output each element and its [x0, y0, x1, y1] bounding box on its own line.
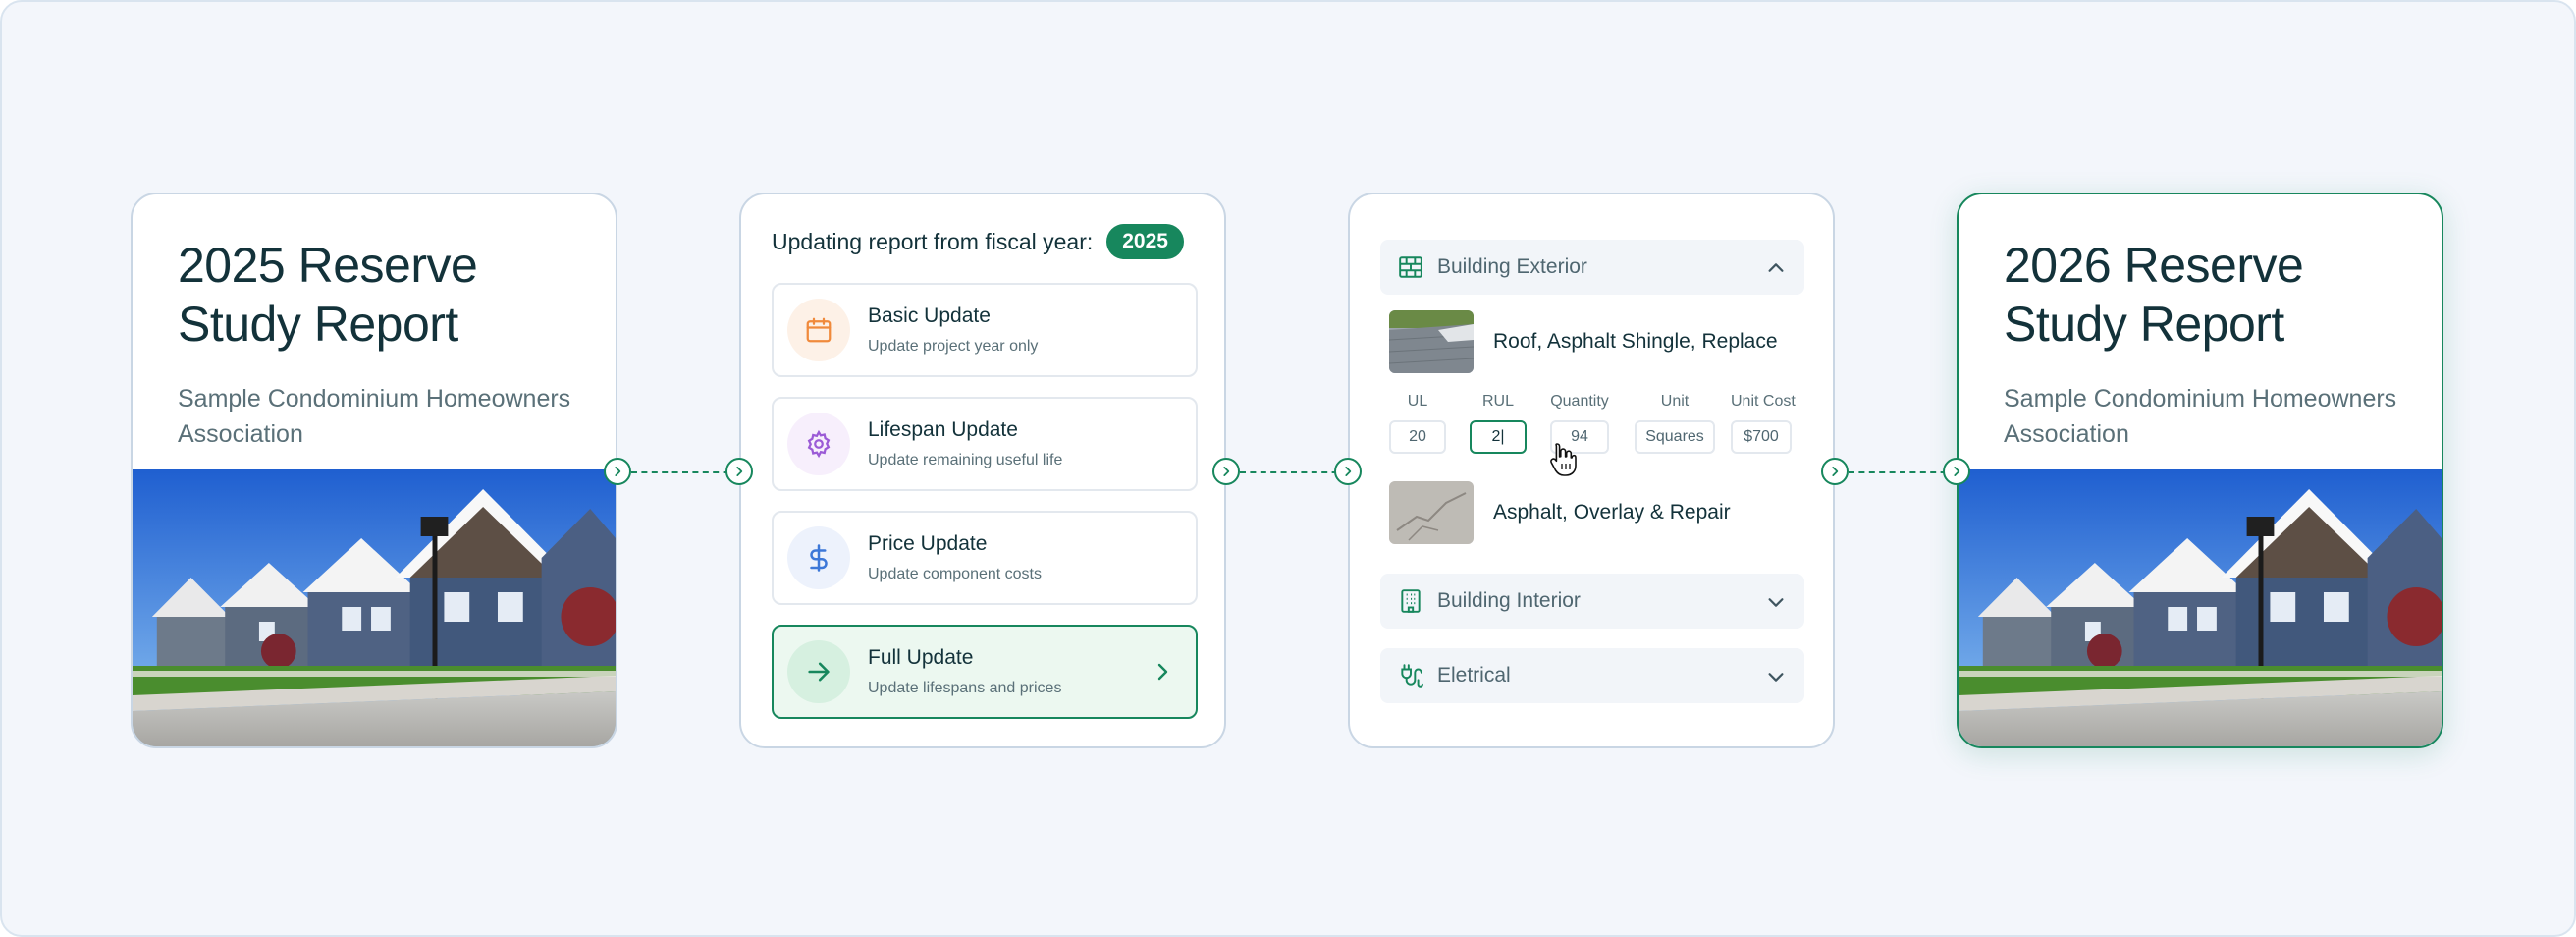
update-options-card: Updating report from fiscal year: 2025 B… [739, 193, 1226, 748]
townhouse-photo [133, 469, 616, 746]
field-value[interactable]: $700 [1731, 420, 1792, 454]
option-basic-update[interactable]: Basic Update Update project year only [772, 283, 1198, 377]
option-price-update[interactable]: Price Update Update component costs [772, 511, 1198, 605]
section-electrical[interactable]: Eletrical [1380, 648, 1804, 703]
fiscal-year-badge[interactable]: 2025 [1106, 224, 1184, 259]
calendar-icon [787, 299, 850, 361]
arrow-right-icon [787, 640, 850, 703]
field-value[interactable]: Squares [1635, 420, 1715, 454]
report-subtitle: Sample Condominium Homeowners Associatio… [2004, 385, 2397, 448]
dollar-icon [787, 526, 850, 589]
section-label: Building Interior [1437, 589, 1581, 612]
option-desc: Update project year only [868, 338, 1039, 355]
field-rul[interactable]: RUL 2| [1470, 393, 1527, 454]
section-label: Building Exterior [1437, 255, 1587, 278]
option-full-update[interactable]: Full Update Update lifespans and prices [772, 625, 1198, 719]
option-title: Basic Update [868, 304, 991, 327]
field-label: Unit Cost [1731, 393, 1796, 410]
field-ul[interactable]: UL 20 [1389, 393, 1446, 454]
chevron-right-icon [1821, 458, 1849, 485]
flow-connector [1849, 471, 1957, 473]
section-building-interior[interactable]: Building Interior [1380, 574, 1804, 629]
field-unit[interactable]: Unit Squares [1635, 393, 1715, 454]
component-row-asphalt[interactable]: Asphalt, Overlay & Repair [1389, 481, 1731, 544]
chevron-right-icon [1157, 663, 1168, 681]
flow-connector [631, 471, 739, 473]
field-label: Unit [1660, 393, 1690, 410]
chevron-down-icon[interactable] [1765, 666, 1787, 688]
chevron-up-icon[interactable] [1765, 257, 1787, 279]
option-desc: Update component costs [868, 566, 1042, 582]
option-title: Lifespan Update [868, 418, 1018, 441]
building-icon [1401, 589, 1421, 613]
hand-cursor-icon [1550, 443, 1577, 476]
asphalt-thumbnail [1389, 481, 1474, 544]
report-subtitle: Sample Condominium Homeowners Associatio… [178, 385, 571, 448]
field-label: RUL [1481, 393, 1514, 410]
townhouse-photo [1959, 469, 2442, 746]
field-label: UL [1407, 393, 1428, 410]
component-row-roof[interactable]: Roof, Asphalt Shingle, Replace [1389, 310, 1778, 373]
report-card-2025: 2025 Reserve Study Report Sample Condomi… [131, 193, 617, 748]
option-title: Full Update [868, 646, 974, 669]
components-card: Building Exterior Roof, Asphalt Shingle,… [1348, 193, 1835, 748]
roof-thumbnail [1389, 310, 1474, 373]
chevron-right-icon [604, 458, 631, 485]
section-label: Eletrical [1437, 664, 1511, 687]
option-desc: Update remaining useful life [868, 452, 1063, 468]
chevron-right-icon [725, 458, 753, 485]
brick-wall-icon [1399, 256, 1422, 278]
workflow-canvas: 2025 Reserve Study Report Sample Condomi… [0, 0, 2576, 937]
field-label: Quantity [1550, 393, 1609, 410]
chevron-right-icon [1334, 458, 1362, 485]
field-value[interactable]: 2| [1470, 420, 1527, 454]
component-name: Asphalt, Overlay & Repair [1493, 501, 1731, 524]
section-building-exterior[interactable]: Building Exterior [1380, 240, 1804, 295]
report-title: 2026 Reserve Study Report [2004, 238, 2304, 352]
chevron-right-icon [1943, 458, 1970, 485]
field-unit-cost[interactable]: Unit Cost $700 [1731, 393, 1796, 454]
chevron-down-icon[interactable] [1765, 591, 1787, 613]
plug-icon [1401, 664, 1423, 688]
chevron-right-icon [1212, 458, 1240, 485]
option-desc: Update lifespans and prices [868, 680, 1062, 696]
field-value[interactable]: 20 [1389, 420, 1446, 454]
option-title: Price Update [868, 532, 988, 555]
component-name: Roof, Asphalt Shingle, Replace [1493, 330, 1778, 353]
report-card-2026: 2026 Reserve Study Report Sample Condomi… [1957, 193, 2443, 748]
gear-icon [787, 413, 850, 475]
fiscal-year-label: Updating report from fiscal year: [772, 228, 1094, 254]
flow-connector [1240, 471, 1348, 473]
option-lifespan-update[interactable]: Lifespan Update Update remaining useful … [772, 397, 1198, 491]
report-title: 2025 Reserve Study Report [178, 238, 478, 352]
